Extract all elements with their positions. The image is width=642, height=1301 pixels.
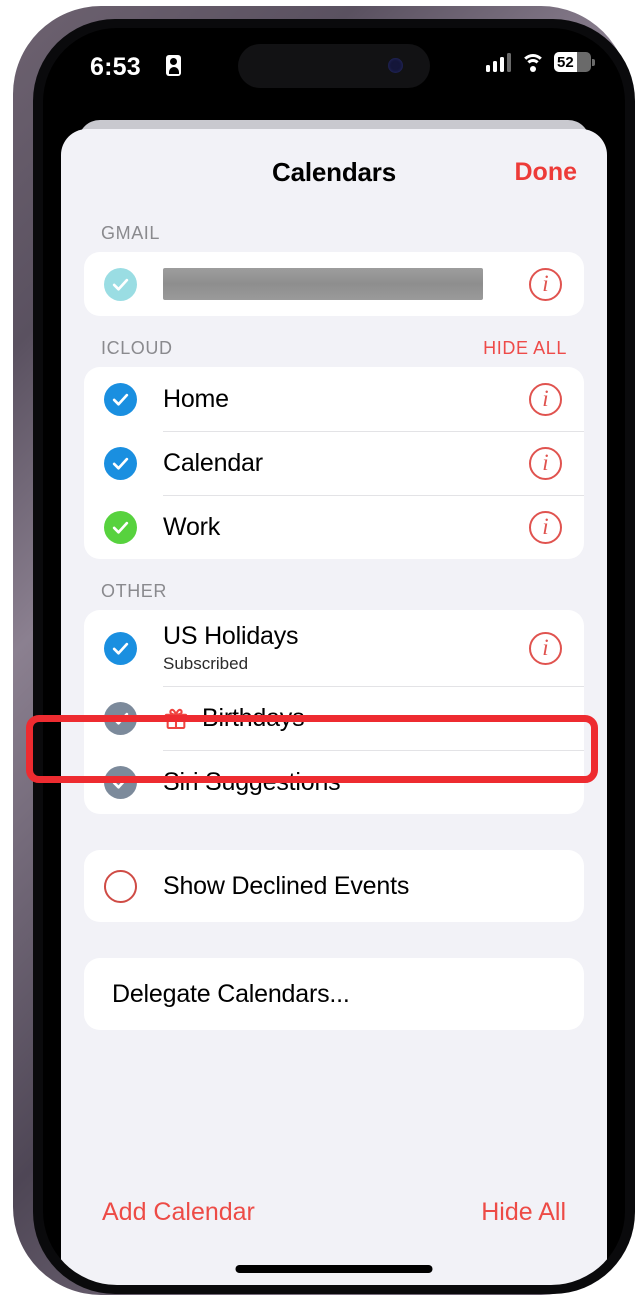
- calendar-row-work[interactable]: Work i: [84, 495, 584, 559]
- wifi-icon: [520, 53, 545, 72]
- section-card-other: US Holidays Subscribed i Birthdays Siri …: [84, 610, 584, 814]
- checkmark-icon[interactable]: [104, 510, 137, 544]
- calendar-row-siri-suggestions[interactable]: Siri Suggestions: [84, 750, 584, 814]
- show-declined-events-row[interactable]: Show Declined Events: [84, 850, 584, 922]
- section-header-gmail: GMAIL: [84, 201, 584, 252]
- hide-all-icloud-button[interactable]: HIDE ALL: [483, 338, 567, 359]
- section-header-other: OTHER: [84, 559, 584, 610]
- phone-screen: 6:53 52 Calendars Done GMAIL i ICLOUD HI…: [43, 28, 625, 1285]
- battery-percent-label: 52: [557, 53, 574, 71]
- phone-frame: 6:53 52 Calendars Done GMAIL i ICLOUD HI…: [13, 6, 635, 1295]
- status-indicators: 52: [485, 52, 595, 72]
- delegate-calendars-row[interactable]: Delegate Calendars...: [84, 958, 584, 1030]
- calendar-name: Siri Suggestions: [163, 767, 341, 796]
- cellular-signal-icon: [485, 52, 511, 72]
- done-button[interactable]: Done: [515, 158, 578, 187]
- checkmark-icon[interactable]: [104, 765, 137, 799]
- section-header-icloud: ICLOUD HIDE ALL: [84, 316, 584, 367]
- calendar-name: Home: [163, 384, 229, 413]
- section-card-delegate: Delegate Calendars...: [84, 958, 584, 1030]
- calendar-row-us-holidays[interactable]: US Holidays Subscribed i: [84, 610, 584, 686]
- unchecked-circle-icon[interactable]: [104, 869, 137, 903]
- bottom-toolbar: Add Calendar Hide All: [61, 1198, 607, 1227]
- calendars-sheet: Calendars Done GMAIL i ICLOUD HIDE ALL H…: [61, 129, 607, 1285]
- calendar-row-birthdays[interactable]: Birthdays: [84, 686, 584, 750]
- calendar-row-home[interactable]: Home i: [84, 367, 584, 431]
- hide-all-button[interactable]: Hide All: [481, 1198, 566, 1227]
- checkmark-icon[interactable]: [104, 446, 137, 480]
- front-camera-icon: [388, 58, 403, 73]
- recording-indicator-icon: [166, 55, 181, 76]
- home-indicator: [235, 1265, 433, 1273]
- info-icon[interactable]: i: [529, 382, 562, 416]
- delegate-calendars-label: Delegate Calendars...: [112, 979, 350, 1008]
- section-title: GMAIL: [101, 223, 161, 243]
- gift-icon: [163, 705, 189, 731]
- redacted-account-name: [163, 268, 483, 300]
- info-icon[interactable]: i: [529, 631, 562, 665]
- status-time: 6:53: [90, 53, 141, 81]
- calendar-row-gmail-account[interactable]: i: [84, 252, 584, 316]
- navigation-bar: Calendars Done: [61, 129, 607, 201]
- checkmark-icon[interactable]: [104, 382, 137, 416]
- calendar-name: Work: [163, 512, 221, 541]
- calendar-row-calendar[interactable]: Calendar i: [84, 431, 584, 495]
- calendar-name: US Holidays: [163, 622, 299, 650]
- calendar-name: Birthdays: [202, 703, 305, 732]
- section-title: ICLOUD: [101, 338, 173, 358]
- checkmark-icon[interactable]: [104, 267, 137, 301]
- info-icon[interactable]: i: [529, 510, 562, 544]
- calendar-name: Calendar: [163, 448, 263, 477]
- calendar-subtitle: Subscribed: [163, 654, 249, 673]
- section-card-declined: Show Declined Events: [84, 850, 584, 922]
- add-calendar-button[interactable]: Add Calendar: [102, 1198, 255, 1227]
- status-bar: 6:53 52: [43, 28, 625, 106]
- section-card-gmail: i: [84, 252, 584, 316]
- section-title: OTHER: [101, 581, 167, 601]
- info-icon[interactable]: i: [529, 267, 562, 301]
- checkmark-icon[interactable]: [104, 631, 137, 665]
- section-card-icloud: Home i Calendar i Work i: [84, 367, 584, 559]
- show-declined-events-label: Show Declined Events: [163, 871, 410, 900]
- calendars-list: GMAIL i ICLOUD HIDE ALL Home i Calendar …: [61, 201, 607, 1030]
- info-icon[interactable]: i: [529, 446, 562, 480]
- checkmark-icon[interactable]: [104, 701, 137, 735]
- battery-icon: 52: [554, 52, 595, 72]
